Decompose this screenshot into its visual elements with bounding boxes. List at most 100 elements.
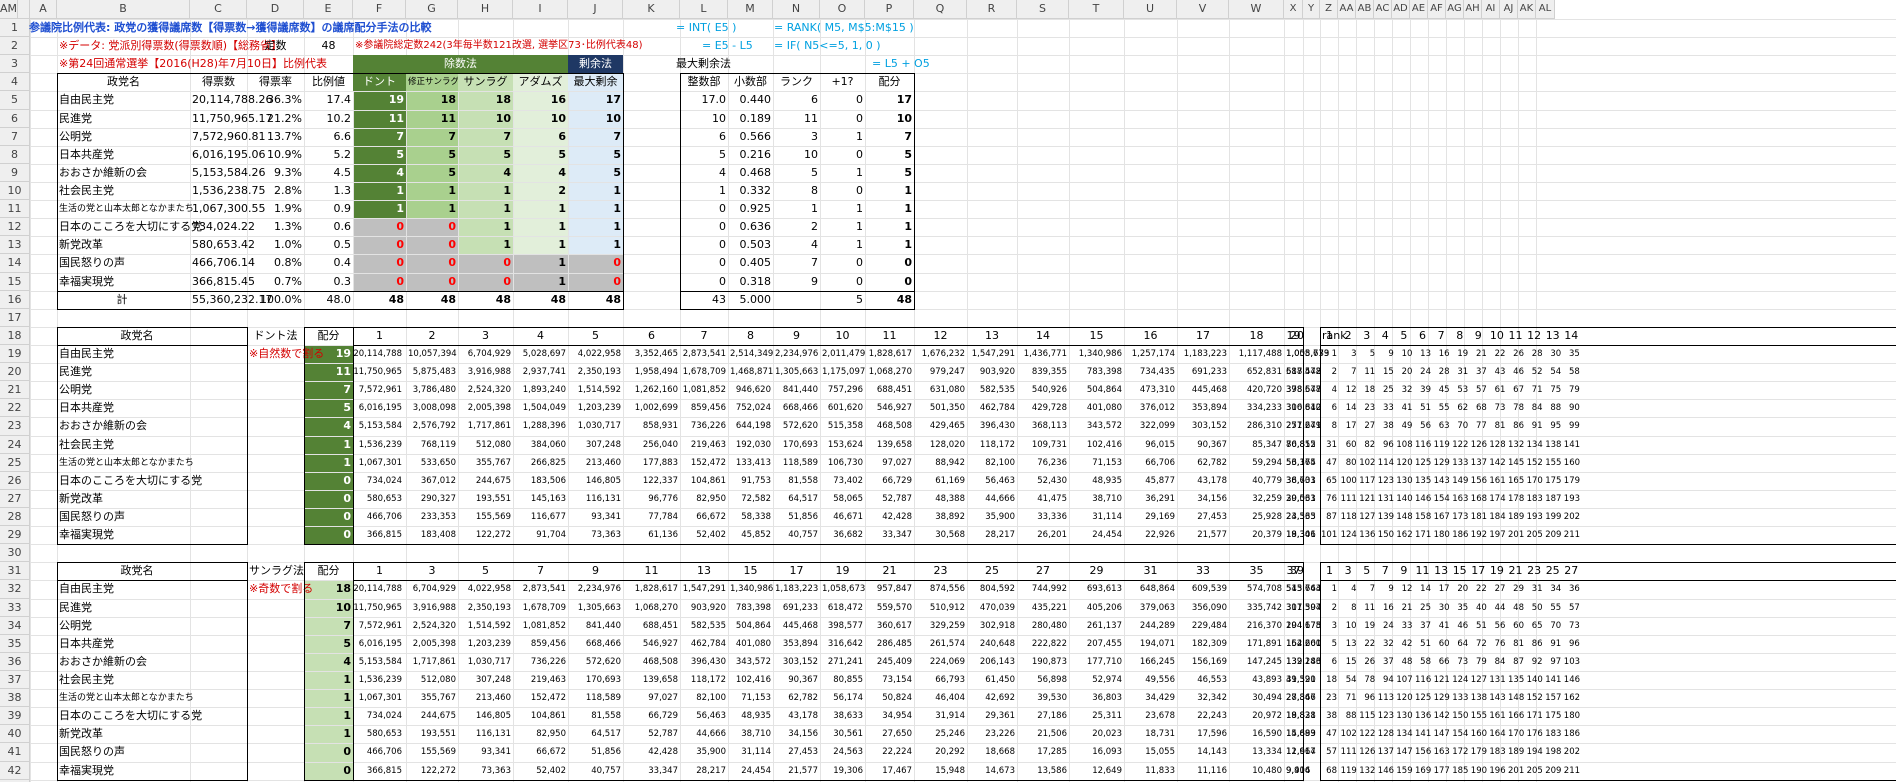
rank-value: 125 [1415,457,1432,468]
row-header-10[interactable]: 10 [0,181,30,201]
row-header-6[interactable]: 6 [0,109,30,128]
row-header-12[interactable]: 12 [0,218,30,237]
row-header-35[interactable]: 35 [0,634,30,653]
row-header-31[interactable]: 31 [0,562,30,581]
row-header-26[interactable]: 26 [0,471,30,490]
row-header-25[interactable]: 25 [0,453,30,472]
row-header-38[interactable]: 38 [0,689,30,708]
column-header-F[interactable]: F [353,0,406,19]
row-header-40[interactable]: 40 [0,725,30,744]
rank-value: 205 [1526,530,1543,541]
row-header-41[interactable]: 41 [0,743,30,762]
column-header-AL[interactable]: AL [1536,0,1555,19]
column-header-W[interactable]: W [1229,0,1284,19]
row-header-23[interactable]: 23 [0,417,30,436]
column-header-AE[interactable]: AE [1410,0,1428,19]
row-header-19[interactable]: 19 [0,344,30,364]
quotient-value: 32,342 [1197,693,1227,704]
column-header-N[interactable]: N [773,0,820,19]
row-header-14[interactable]: 14 [0,254,30,273]
fraction-part: 0.636 [739,220,772,234]
row-header-30[interactable]: 30 [0,544,30,563]
rank-value: 15 [1382,367,1394,378]
quotient-value: 93,341 [591,511,621,522]
quotient-value: 82,950 [536,729,566,740]
row-header-32[interactable]: 32 [0,580,30,599]
column-header-B[interactable]: B [57,0,190,19]
seat-m_sl: 1 [503,220,511,234]
divisor-header: 25 [985,564,999,578]
row-header-29[interactable]: 29 [0,526,30,545]
column-header-V[interactable]: V [1177,0,1229,19]
row-header-8[interactable]: 8 [0,145,30,164]
row-header-16[interactable]: 16 [0,290,30,309]
rank-value: 88 [1550,403,1562,414]
column-header-P[interactable]: P [865,0,914,19]
column-header-C[interactable]: C [190,0,247,19]
rank-value: 33 [1401,620,1413,631]
column-header-R[interactable]: R [967,0,1017,19]
column-header-AF[interactable]: AF [1428,0,1446,19]
row-header-18[interactable]: 18 [0,326,30,345]
column-header-Y[interactable]: Y [1303,0,1320,19]
quotient-value: 66,672 [536,747,566,758]
rank-value: 192 [1470,530,1488,541]
row-header-37[interactable]: 37 [0,670,30,690]
row-header-21[interactable]: 21 [0,381,30,400]
rank-value: 78 [1364,674,1376,685]
column-header-K[interactable]: K [623,0,680,19]
spreadsheet[interactable]: A B C D E F G H I J K L M N O P Q R S T U V W X Y Z AA AB AC AD AE AF AG… [0,0,1896,782]
column-header-AH[interactable]: AH [1464,0,1482,19]
column-header-AA[interactable]: AA [1338,0,1356,19]
divisor-header: 9 [592,564,599,578]
row-header-5[interactable]: 5 [0,91,30,110]
row-header-17[interactable]: 17 [0,308,30,327]
rank-value: 90 [1568,403,1580,414]
row-header-7[interactable]: 7 [0,127,30,146]
row-header-4[interactable]: 4 [0,73,30,92]
column-header-AI[interactable]: AI [1482,0,1500,19]
column-header-I[interactable]: I [513,0,568,19]
row-header-34[interactable]: 34 [0,616,30,635]
row-header-42[interactable]: 42 [0,761,30,780]
column-header-D[interactable]: D [247,0,304,19]
lr-allocation: 0 [904,274,912,288]
column-header-L[interactable]: L [680,0,728,19]
row-header-36[interactable]: 36 [0,652,30,671]
row-header-15[interactable]: 15 [0,272,30,291]
row-header-3[interactable]: 3 [0,55,30,74]
row-header-39[interactable]: 39 [0,707,30,726]
row-header-9[interactable]: 9 [0,163,30,182]
column-header-T[interactable]: T [1069,0,1124,19]
column-header-A[interactable]: A [30,0,57,19]
column-header-AG[interactable]: AG [1446,0,1464,19]
column-header-X[interactable]: X [1284,0,1303,19]
column-header-M[interactable]: M [728,0,773,19]
column-header-AC[interactable]: AC [1374,0,1392,19]
row-header-11[interactable]: 11 [0,200,30,219]
row-header-13[interactable]: 13 [0,236,30,255]
column-header-E[interactable]: E [304,0,353,19]
column-header-AM[interactable]: AM [0,0,19,19]
column-header-U[interactable]: U [1124,0,1177,19]
column-header-S[interactable]: S [1017,0,1069,19]
column-header-AJ[interactable]: AJ [1500,0,1518,19]
column-header-AD[interactable]: AD [1392,0,1410,19]
row-header-33[interactable]: 33 [0,598,30,617]
column-header-H[interactable]: H [458,0,513,19]
row-header-28[interactable]: 28 [0,507,30,527]
row-header-22[interactable]: 22 [0,399,30,418]
column-header-Q[interactable]: Q [914,0,967,19]
column-header-Z[interactable]: Z [1320,0,1338,19]
column-header-J[interactable]: J [568,0,623,19]
column-header-AB[interactable]: AB [1356,0,1374,19]
row-header-20[interactable]: 20 [0,363,30,382]
row-header-27[interactable]: 27 [0,489,30,508]
row-header-2[interactable]: 2 [0,37,30,56]
quotient-value: 240,648 [979,638,1015,649]
column-header-O[interactable]: O [820,0,865,19]
column-header-G[interactable]: G [406,0,458,19]
column-header-AK[interactable]: AK [1518,0,1536,19]
row-header-1[interactable]: 1 [0,19,30,38]
row-header-24[interactable]: 24 [0,435,30,454]
